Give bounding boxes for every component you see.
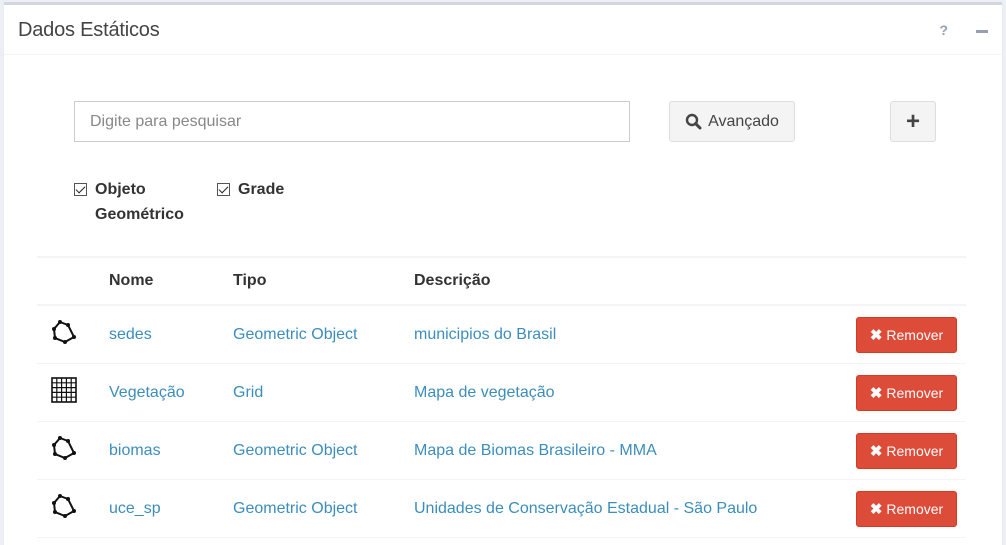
polygon-icon <box>52 494 76 518</box>
static-data-panel: Dados Estáticos ? Avançado + Objeto Geom… <box>4 2 1002 545</box>
checkbox-grid[interactable] <box>217 183 230 196</box>
row-description-link[interactable]: municipios do Brasil <box>414 326 556 343</box>
grid-icon <box>51 377 77 403</box>
filter-geometric-object[interactable]: Objeto Geométrico <box>74 177 204 227</box>
remove-button[interactable]: ✖ Remover <box>856 490 957 527</box>
row-name-link[interactable]: biomas <box>109 442 161 459</box>
filter-geometric-object-label: Objeto Geométrico <box>95 181 184 223</box>
times-icon: ✖ <box>869 326 883 344</box>
row-description-link[interactable]: Mapa de Biomas Brasileiro - MMA <box>414 442 657 459</box>
table-row: biomas Geometric Object Mapa de Biomas B… <box>37 421 966 480</box>
polygon-icon <box>52 320 76 344</box>
row-type-link[interactable]: Grid <box>233 384 263 401</box>
panel-tools: ? <box>939 22 988 38</box>
times-icon: ✖ <box>869 384 883 402</box>
row-description-link[interactable]: Mapa de vegetação <box>414 384 555 401</box>
filter-grid-label: Grade <box>238 181 285 198</box>
times-icon: ✖ <box>869 442 883 460</box>
advanced-search-label: Avançado <box>708 112 779 130</box>
table-row: uce_sp Geometric Object Unidades de Cons… <box>37 479 966 538</box>
row-name-link[interactable]: Vegetação <box>109 384 185 401</box>
help-icon[interactable]: ? <box>939 22 948 38</box>
times-icon: ✖ <box>869 500 883 518</box>
remove-button[interactable]: ✖ Remover <box>856 316 957 353</box>
row-type-link[interactable]: Geometric Object <box>233 442 357 459</box>
table-row: sedes Geometric Object municipios do Bra… <box>37 305 966 364</box>
row-description-link[interactable]: Unidades de Conservação Estadual - São P… <box>414 500 757 517</box>
row-type-link[interactable]: Geometric Object <box>233 500 357 517</box>
table-header-row: Nome Tipo Descrição <box>37 256 966 306</box>
row-name-link[interactable]: uce_sp <box>109 500 161 517</box>
remove-button[interactable]: ✖ Remover <box>856 374 957 411</box>
minus-icon <box>976 29 988 33</box>
remove-button[interactable]: ✖ Remover <box>856 432 957 469</box>
table-row: Vegetação Grid Mapa de vegetação ✖ Remove… <box>37 363 966 422</box>
panel-title: Dados Estáticos <box>18 19 160 41</box>
advanced-search-button[interactable]: Avançado <box>669 101 795 142</box>
static-data-table: Nome Tipo Descrição sedes Geometric Obje… <box>37 256 966 538</box>
remove-label: Remover <box>886 384 944 401</box>
header-name: Nome <box>109 256 233 306</box>
header-type: Tipo <box>233 256 414 306</box>
search-icon <box>685 113 702 130</box>
remove-label: Remover <box>886 442 944 459</box>
header-icon <box>37 256 109 306</box>
row-type-link[interactable]: Geometric Object <box>233 326 357 343</box>
panel-header: Dados Estáticos ? <box>4 5 1002 55</box>
plus-icon: + <box>905 107 920 135</box>
search-input[interactable] <box>74 101 630 142</box>
header-description: Descrição <box>414 256 833 306</box>
remove-label: Remover <box>886 500 944 517</box>
filter-grid[interactable]: Grade <box>217 177 284 202</box>
polygon-icon <box>52 436 76 460</box>
collapse-button[interactable] <box>976 22 988 38</box>
add-button[interactable]: + <box>890 101 936 142</box>
remove-label: Remover <box>886 326 944 343</box>
header-actions <box>832 256 966 306</box>
row-name-link[interactable]: sedes <box>109 326 152 343</box>
checkbox-geometric-object[interactable] <box>74 183 87 196</box>
